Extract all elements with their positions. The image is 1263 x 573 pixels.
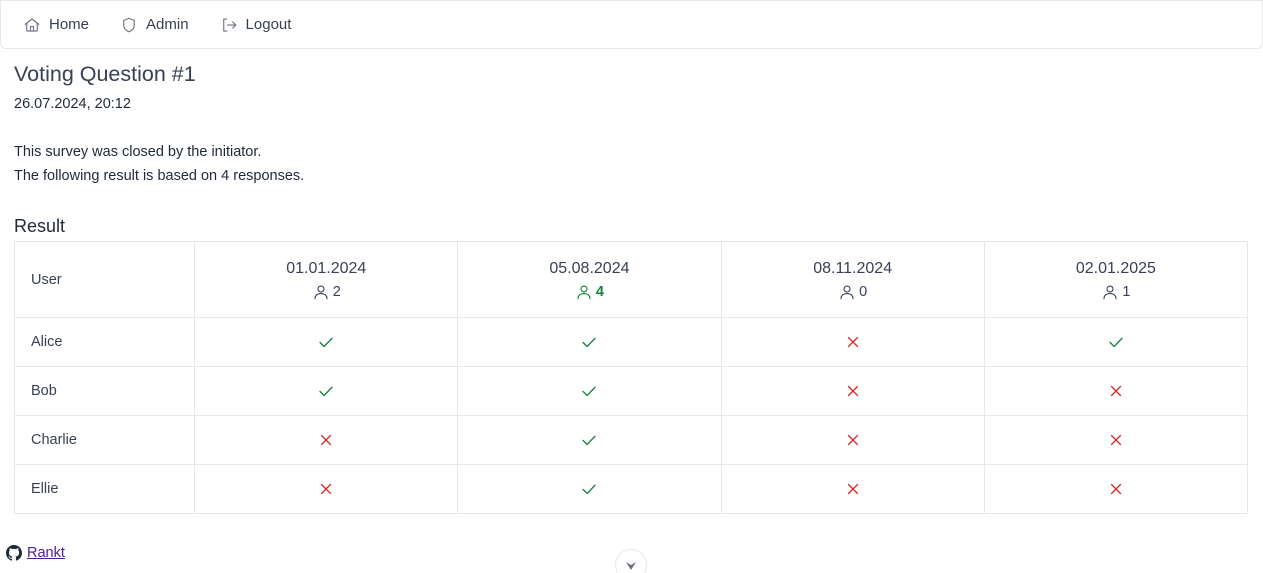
date-column-header: 05.08.2024 4 (457, 241, 722, 318)
vote-count: 2 (195, 283, 457, 301)
vote-cell (720, 366, 985, 416)
date-label: 08.11.2024 (813, 259, 893, 277)
cross-icon (1110, 483, 1122, 495)
page-title: Voting Question #1 (14, 62, 196, 86)
cross-icon (1110, 434, 1122, 446)
logout-icon (222, 17, 236, 32)
survey-responses-text: The following result is based on 4 respo… (14, 168, 305, 184)
date-label: 05.08.2024 (549, 259, 630, 277)
result-table-body: Alice Bob Charlie Ellie (13, 317, 1249, 514)
user-name-cell: Charlie (13, 415, 196, 465)
user-icon (577, 284, 591, 299)
table-row: Ellie (13, 464, 1249, 514)
footer-link: Rankt (6, 545, 65, 561)
result-table: User 01.01.2024 2 05.08.2024 4 08.11.202… (13, 241, 1249, 514)
user-name-cell: Bob (13, 366, 196, 416)
vote-count-value: 0 (859, 283, 868, 300)
cross-icon (847, 434, 858, 446)
nav-admin[interactable]: Admin (120, 16, 189, 34)
nav-admin-label: Admin (146, 16, 189, 33)
table-row: Charlie (13, 415, 1249, 465)
vote-cell (720, 415, 985, 465)
vote-count-value: 4 (595, 283, 604, 300)
check-icon (582, 386, 597, 397)
nav-home-label: Home (49, 16, 90, 33)
nav-logout[interactable]: Logout (220, 16, 292, 34)
cross-icon (847, 336, 858, 348)
vote-cell (194, 366, 459, 416)
user-column-header: User (13, 241, 196, 318)
vote-cell (720, 317, 985, 367)
vote-cell (983, 415, 1249, 465)
vote-count-value: 1 (1122, 283, 1131, 300)
check-icon (582, 484, 597, 495)
vote-cell (720, 464, 985, 514)
check-icon (582, 337, 597, 348)
survey-datetime: 26.07.2024, 20:12 (14, 96, 131, 112)
nav-logout-label: Logout (245, 16, 292, 33)
vote-cell (983, 317, 1249, 367)
date-column-header: 08.11.2024 0 (720, 241, 985, 318)
check-icon (582, 435, 597, 446)
vote-count: 1 (985, 283, 1247, 301)
date-label: 01.01.2024 (286, 259, 367, 277)
vote-cell (457, 317, 722, 367)
rankt-link[interactable]: Rankt (27, 545, 65, 561)
vote-count-winner: 4 (458, 283, 720, 301)
github-icon (6, 545, 22, 561)
survey-closed-text: This survey was closed by the initiator. (14, 144, 262, 160)
top-navbar: Home Admin Logout (0, 0, 1263, 49)
table-row: Alice (13, 317, 1249, 367)
vote-cell (457, 415, 722, 465)
cross-icon (847, 385, 858, 397)
vote-cell (194, 415, 459, 465)
vote-count: 0 (722, 283, 984, 301)
result-heading: Result (14, 216, 66, 236)
cross-icon (847, 483, 858, 495)
vote-cell (457, 366, 722, 416)
date-column-header: 01.01.2024 2 (194, 241, 459, 318)
user-name-cell: Ellie (13, 464, 196, 514)
nav-home[interactable]: Home (23, 16, 89, 34)
user-icon (840, 284, 854, 299)
result-header-row: User 01.01.2024 2 05.08.2024 4 08.11.202… (13, 241, 1249, 318)
user-name-cell: Alice (13, 317, 196, 367)
cross-icon (321, 483, 332, 495)
user-icon (314, 284, 328, 299)
cross-icon (1110, 385, 1122, 397)
chevron-down-icon (626, 562, 636, 570)
shield-icon (123, 17, 135, 32)
vote-cell (194, 464, 459, 514)
vote-cell (983, 464, 1249, 514)
check-icon (1109, 337, 1123, 348)
scroll-down-button[interactable] (615, 549, 647, 573)
vote-cell (983, 366, 1249, 416)
check-icon (319, 386, 333, 397)
table-row: Bob (13, 366, 1249, 416)
vote-count-value: 2 (332, 283, 341, 300)
check-icon (319, 337, 333, 348)
cross-icon (321, 434, 332, 446)
date-column-header: 02.01.2025 1 (983, 241, 1249, 318)
home-icon (24, 17, 40, 32)
date-label: 02.01.2025 (1075, 259, 1156, 277)
vote-cell (194, 317, 459, 367)
user-icon (1103, 284, 1117, 299)
vote-cell (457, 464, 722, 514)
